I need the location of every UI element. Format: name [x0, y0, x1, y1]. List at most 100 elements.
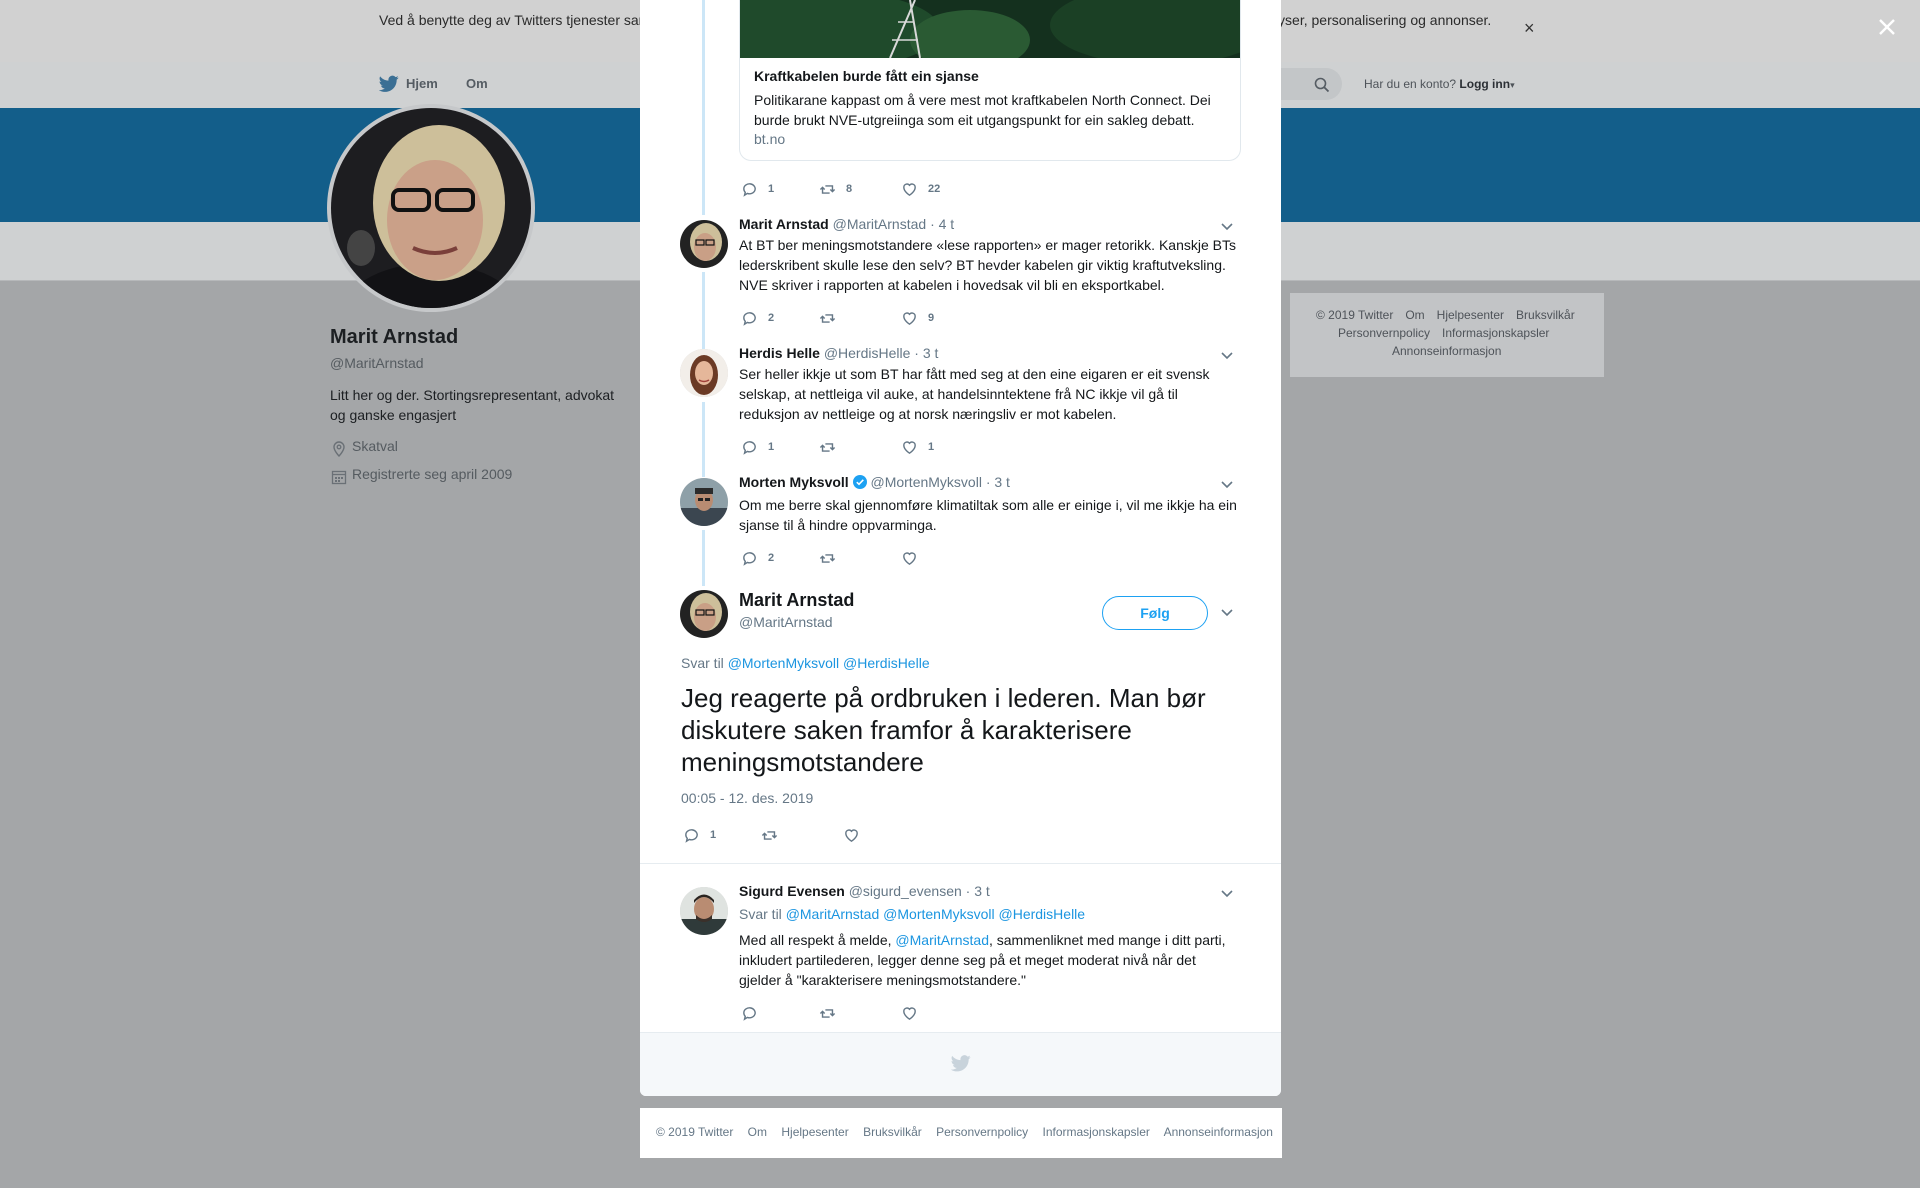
footer-link-about[interactable]: Om: [1405, 308, 1424, 322]
tweet-text: At BT ber meningsmotstandere «lese rappo…: [739, 237, 1236, 293]
like-count: 1: [928, 441, 935, 453]
retweet-button[interactable]: 8: [819, 179, 852, 199]
footer-link-cookies[interactable]: Informasjonskapsler: [1442, 326, 1549, 340]
chevron-down-icon[interactable]: [1220, 477, 1234, 491]
reply-icon: [685, 828, 698, 843]
modal-footer: [640, 1032, 1281, 1096]
login-link[interactable]: Logg inn: [1459, 77, 1510, 91]
chevron-down-icon[interactable]: [1220, 886, 1234, 900]
reply-to-line: Svar til @MortenMyksvoll @HerdisHelle: [681, 655, 930, 671]
retweet-button[interactable]: [819, 437, 846, 457]
twitter-bird-icon[interactable]: [379, 75, 399, 93]
tweet-author-name[interactable]: Marit Arnstad: [739, 216, 829, 232]
account-prompt: Har du en konto?: [1364, 77, 1457, 91]
main-tweet-author-name[interactable]: Marit Arnstad: [739, 590, 854, 611]
like-button[interactable]: 22: [901, 179, 940, 199]
tweet-modal: Kraftkabelen burde fått ein sjanse Polit…: [640, 0, 1281, 1096]
reply-button[interactable]: 1: [683, 825, 716, 845]
tweet-author-handle[interactable]: @sigurd_evensen: [849, 883, 962, 899]
reply-icon: [743, 311, 756, 326]
tweet-author-handle[interactable]: @MaritArnstad: [833, 216, 927, 232]
avatar-image: [680, 590, 728, 638]
reply-icon: [743, 182, 756, 197]
profile-name[interactable]: Marit Arnstad: [330, 326, 458, 349]
mention-link[interactable]: @HerdisHelle: [999, 906, 1086, 922]
cookie-close-button[interactable]: ×: [1524, 18, 1535, 39]
profile-avatar[interactable]: [327, 104, 535, 312]
main-tweet-avatar[interactable]: [680, 590, 728, 638]
reply-icon: [743, 440, 756, 455]
mention-link[interactable]: @MortenMyksvoll: [883, 906, 994, 922]
heart-icon: [903, 311, 916, 325]
reply-button[interactable]: 1: [741, 179, 774, 199]
tweet-time[interactable]: · 3 t: [966, 883, 990, 899]
avatar[interactable]: [680, 220, 728, 268]
like-button[interactable]: [901, 548, 928, 568]
tweet-author-name[interactable]: Morten Myksvoll: [739, 474, 849, 490]
footer-link-help[interactable]: Hjelpesenter: [781, 1125, 848, 1139]
profile-bio: Litt her og der. Stortingsrepresentant, …: [330, 387, 615, 423]
footer-link-cookies[interactable]: Informasjonskapsler: [1043, 1125, 1150, 1139]
mention-link[interactable]: @MaritArnstad: [786, 906, 880, 922]
nav-home[interactable]: Hjem: [406, 76, 438, 91]
retweet-icon: [819, 442, 836, 452]
retweet-button[interactable]: [819, 1003, 836, 1023]
chevron-down-icon[interactable]: [1220, 605, 1234, 619]
reply-button[interactable]: 2: [741, 308, 774, 328]
location-icon: [333, 441, 345, 457]
heart-icon: [903, 551, 916, 565]
tweet-time[interactable]: · 3 t: [914, 345, 938, 361]
nav-about[interactable]: Om: [466, 76, 488, 91]
avatar[interactable]: [680, 887, 728, 935]
mention-link[interactable]: @MaritArnstad: [895, 932, 989, 948]
reply-button[interactable]: [741, 1003, 758, 1023]
like-button[interactable]: [901, 1003, 918, 1023]
retweet-button[interactable]: [819, 308, 846, 328]
tweet-author-name[interactable]: Sigurd Evensen: [739, 883, 845, 899]
tweet-time[interactable]: · 4 t: [930, 216, 954, 232]
retweet-button[interactable]: [761, 825, 778, 845]
like-button[interactable]: [843, 825, 860, 845]
like-count: 9: [928, 312, 935, 324]
main-tweet-timestamp[interactable]: 00:05 - 12. des. 2019: [681, 790, 813, 806]
profile-joined: Registrerte seg april 2009: [352, 466, 513, 482]
mention-link[interactable]: @MortenMyksvoll: [728, 655, 839, 671]
footer-link-terms[interactable]: Bruksvilkår: [1516, 308, 1575, 322]
avatar-image: [680, 349, 728, 397]
avatar[interactable]: [680, 349, 728, 397]
retweet-icon: [819, 313, 836, 323]
tweet-header: Morten Myksvoll @MortenMyksvoll · 3 t: [739, 474, 1010, 490]
reply-to-line: Svar til @MaritArnstad @MortenMyksvoll @…: [739, 906, 1085, 922]
tweet-author-name[interactable]: Herdis Helle: [739, 345, 820, 361]
footer-link-privacy[interactable]: Personvernpolicy: [936, 1125, 1028, 1139]
tweet-text: Om me berre skal gjennomføre klimatiltak…: [739, 497, 1237, 533]
main-tweet-author-handle[interactable]: @MaritArnstad: [739, 614, 833, 630]
chevron-down-icon[interactable]: [1220, 348, 1234, 362]
footer-link-ads[interactable]: Annonseinformasjon: [1164, 1125, 1273, 1139]
footer-link-privacy[interactable]: Personvernpolicy: [1338, 326, 1430, 340]
search-icon[interactable]: [1314, 77, 1330, 93]
follow-button[interactable]: Følg: [1102, 596, 1208, 630]
profile-handle[interactable]: @MaritArnstad: [330, 355, 424, 371]
reply-button[interactable]: 2: [741, 548, 774, 568]
tweet-author-handle[interactable]: @HerdisHelle: [824, 345, 911, 361]
like-count: 22: [928, 183, 941, 195]
tweet-header: Marit Arnstad @MaritArnstad · 4 t: [739, 216, 954, 232]
retweet-button[interactable]: [819, 548, 846, 568]
like-button[interactable]: 9: [901, 308, 934, 328]
chevron-down-icon[interactable]: [1220, 219, 1234, 233]
tweet-author-handle[interactable]: @MortenMyksvoll: [870, 474, 981, 490]
reply-button[interactable]: 1: [741, 437, 774, 457]
tweet-time[interactable]: · 3 t: [986, 474, 1010, 490]
reply-count: 2: [768, 312, 775, 324]
like-button[interactable]: 1: [901, 437, 934, 457]
close-icon[interactable]: [1872, 12, 1902, 42]
footer-link-terms[interactable]: Bruksvilkår: [863, 1125, 922, 1139]
link-card[interactable]: Kraftkabelen burde fått ein sjanse Polit…: [739, 0, 1241, 161]
avatar[interactable]: [680, 478, 728, 526]
sidebar-footer: © 2019 Twitter Om Hjelpesenter Bruksvilkår …: [1290, 293, 1604, 377]
footer-link-help[interactable]: Hjelpesenter: [1437, 308, 1504, 322]
mention-link[interactable]: @HerdisHelle: [843, 655, 930, 671]
footer-link-about[interactable]: Om: [748, 1125, 767, 1139]
footer-link-ads[interactable]: Annonseinformasjon: [1392, 344, 1501, 358]
